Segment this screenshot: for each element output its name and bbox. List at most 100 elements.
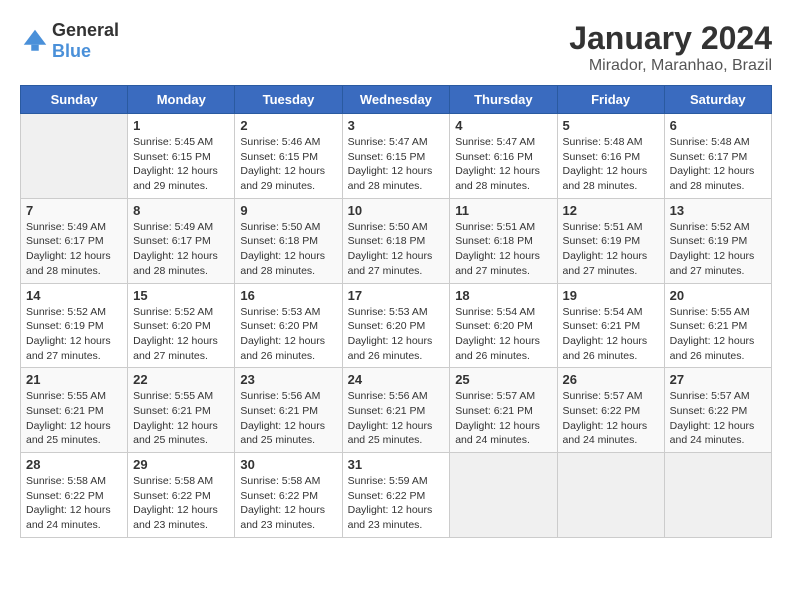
day-info: Sunrise: 5:56 AM Sunset: 6:21 PM Dayligh… [348,389,445,448]
calendar-cell: 12 Sunrise: 5:51 AM Sunset: 6:19 PM Dayli… [557,198,664,283]
calendar-cell: 4 Sunrise: 5:47 AM Sunset: 6:16 PM Daylig… [450,114,557,199]
day-number: 23 [240,372,336,387]
day-info: Sunrise: 5:52 AM Sunset: 6:19 PM Dayligh… [26,305,122,364]
day-header-sunday: Sunday [21,86,128,114]
calendar-cell: 18 Sunrise: 5:54 AM Sunset: 6:20 PM Dayli… [450,283,557,368]
week-row-2: 7 Sunrise: 5:49 AM Sunset: 6:17 PM Daylig… [21,198,772,283]
day-number: 8 [133,203,229,218]
calendar-cell: 28 Sunrise: 5:58 AM Sunset: 6:22 PM Dayli… [21,453,128,538]
day-number: 20 [670,288,766,303]
day-info: Sunrise: 5:54 AM Sunset: 6:21 PM Dayligh… [563,305,659,364]
day-info: Sunrise: 5:58 AM Sunset: 6:22 PM Dayligh… [26,474,122,533]
day-number: 26 [563,372,659,387]
calendar-cell: 24Sunrise: 5:56 AM Sunset: 6:21 PM Dayli… [342,368,450,453]
calendar-cell: 15 Sunrise: 5:52 AM Sunset: 6:20 PM Dayli… [128,283,235,368]
day-info: Sunrise: 5:45 AM Sunset: 6:15 PM Dayligh… [133,135,229,194]
calendar-subtitle: Mirador, Maranhao, Brazil [569,57,772,75]
day-number: 12 [563,203,659,218]
day-info: Sunrise: 5:54 AM Sunset: 6:20 PM Dayligh… [455,305,551,364]
day-number: 9 [240,203,336,218]
calendar-cell: 16 Sunrise: 5:53 AM Sunset: 6:20 PM Dayli… [235,283,342,368]
day-number: 11 [455,203,551,218]
day-info: Sunrise: 5:47 AM Sunset: 6:15 PM Dayligh… [348,135,445,194]
day-info: Sunrise: 5:49 AM Sunset: 6:17 PM Dayligh… [26,220,122,279]
day-header-tuesday: Tuesday [235,86,342,114]
calendar-cell [557,453,664,538]
week-row-5: 28 Sunrise: 5:58 AM Sunset: 6:22 PM Dayli… [21,453,772,538]
calendar-cell: 19 Sunrise: 5:54 AM Sunset: 6:21 PM Dayli… [557,283,664,368]
day-number: 6 [670,118,766,133]
day-info: Sunrise: 5:57 AM Sunset: 6:22 PM Dayligh… [670,389,766,448]
calendar-cell: 9 Sunrise: 5:50 AM Sunset: 6:18 PM Daylig… [235,198,342,283]
calendar-cell [450,453,557,538]
day-info: Sunrise: 5:50 AM Sunset: 6:18 PM Dayligh… [240,220,336,279]
day-header-monday: Monday [128,86,235,114]
day-info: Sunrise: 5:50 AM Sunset: 6:18 PM Dayligh… [348,220,445,279]
day-header-friday: Friday [557,86,664,114]
day-number: 3 [348,118,445,133]
calendar-cell: 6 Sunrise: 5:48 AM Sunset: 6:17 PM Daylig… [664,114,771,199]
calendar-cell: 31 Sunrise: 5:59 AM Sunset: 6:22 PM Dayli… [342,453,450,538]
day-info: Sunrise: 5:52 AM Sunset: 6:19 PM Dayligh… [670,220,766,279]
calendar-cell [664,453,771,538]
day-number: 4 [455,118,551,133]
day-number: 31 [348,457,445,472]
calendar-cell: 21Sunrise: 5:55 AM Sunset: 6:21 PM Dayli… [21,368,128,453]
week-row-1: 1Sunrise: 5:45 AM Sunset: 6:15 PM Daylig… [21,114,772,199]
day-info: Sunrise: 5:48 AM Sunset: 6:16 PM Dayligh… [563,135,659,194]
days-header-row: SundayMondayTuesdayWednesdayThursdayFrid… [21,86,772,114]
calendar-cell: 1Sunrise: 5:45 AM Sunset: 6:15 PM Daylig… [128,114,235,199]
calendar-cell: 29Sunrise: 5:58 AM Sunset: 6:22 PM Dayli… [128,453,235,538]
day-info: Sunrise: 5:56 AM Sunset: 6:21 PM Dayligh… [240,389,336,448]
calendar-cell: 8 Sunrise: 5:49 AM Sunset: 6:17 PM Daylig… [128,198,235,283]
calendar-title: January 2024 [569,20,772,57]
day-info: Sunrise: 5:47 AM Sunset: 6:16 PM Dayligh… [455,135,551,194]
calendar-cell: 13 Sunrise: 5:52 AM Sunset: 6:19 PM Dayli… [664,198,771,283]
day-number: 5 [563,118,659,133]
day-info: Sunrise: 5:59 AM Sunset: 6:22 PM Dayligh… [348,474,445,533]
day-info: Sunrise: 5:51 AM Sunset: 6:18 PM Dayligh… [455,220,551,279]
day-header-wednesday: Wednesday [342,86,450,114]
day-header-thursday: Thursday [450,86,557,114]
day-info: Sunrise: 5:57 AM Sunset: 6:21 PM Dayligh… [455,389,551,448]
day-info: Sunrise: 5:57 AM Sunset: 6:22 PM Dayligh… [563,389,659,448]
calendar-cell: 26 Sunrise: 5:57 AM Sunset: 6:22 PM Dayli… [557,368,664,453]
week-row-3: 14 Sunrise: 5:52 AM Sunset: 6:19 PM Dayli… [21,283,772,368]
page-header: General Blue January 2024 Mirador, Maran… [20,20,772,75]
calendar-cell: 20 Sunrise: 5:55 AM Sunset: 6:21 PM Dayli… [664,283,771,368]
calendar-cell: 30Sunrise: 5:58 AM Sunset: 6:22 PM Dayli… [235,453,342,538]
calendar-cell: 17 Sunrise: 5:53 AM Sunset: 6:20 PM Dayli… [342,283,450,368]
day-number: 19 [563,288,659,303]
calendar-cell [21,114,128,199]
day-info: Sunrise: 5:55 AM Sunset: 6:21 PM Dayligh… [670,305,766,364]
day-info: Sunrise: 5:58 AM Sunset: 6:22 PM Dayligh… [133,474,229,533]
calendar-cell: 14 Sunrise: 5:52 AM Sunset: 6:19 PM Dayli… [21,283,128,368]
day-header-saturday: Saturday [664,86,771,114]
day-number: 16 [240,288,336,303]
day-number: 15 [133,288,229,303]
day-info: Sunrise: 5:53 AM Sunset: 6:20 PM Dayligh… [240,305,336,364]
day-number: 28 [26,457,122,472]
day-number: 18 [455,288,551,303]
calendar-cell: 11 Sunrise: 5:51 AM Sunset: 6:18 PM Dayli… [450,198,557,283]
day-number: 13 [670,203,766,218]
calendar-cell: 22Sunrise: 5:55 AM Sunset: 6:21 PM Dayli… [128,368,235,453]
day-info: Sunrise: 5:52 AM Sunset: 6:20 PM Dayligh… [133,305,229,364]
day-number: 21 [26,372,122,387]
day-number: 30 [240,457,336,472]
day-number: 17 [348,288,445,303]
calendar-cell: 10 Sunrise: 5:50 AM Sunset: 6:18 PM Dayli… [342,198,450,283]
day-number: 14 [26,288,122,303]
calendar-cell: 27Sunrise: 5:57 AM Sunset: 6:22 PM Dayli… [664,368,771,453]
calendar-cell: 7 Sunrise: 5:49 AM Sunset: 6:17 PM Daylig… [21,198,128,283]
logo: General Blue [20,20,119,62]
day-info: Sunrise: 5:51 AM Sunset: 6:19 PM Dayligh… [563,220,659,279]
day-info: Sunrise: 5:49 AM Sunset: 6:17 PM Dayligh… [133,220,229,279]
calendar-cell: 3 Sunrise: 5:47 AM Sunset: 6:15 PM Daylig… [342,114,450,199]
day-number: 10 [348,203,445,218]
logo-general-text: General [52,20,119,40]
day-info: Sunrise: 5:53 AM Sunset: 6:20 PM Dayligh… [348,305,445,364]
day-number: 2 [240,118,336,133]
day-info: Sunrise: 5:48 AM Sunset: 6:17 PM Dayligh… [670,135,766,194]
day-number: 7 [26,203,122,218]
